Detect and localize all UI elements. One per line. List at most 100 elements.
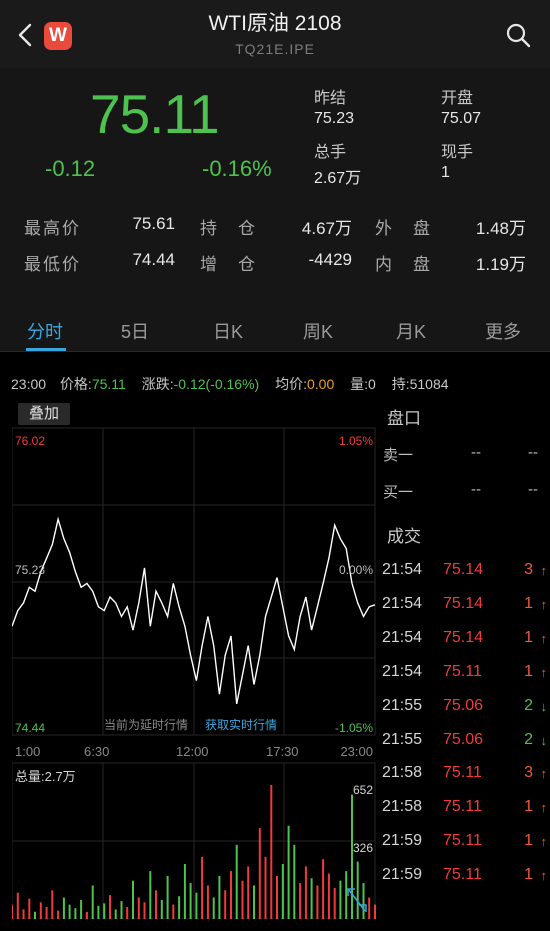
tab-more[interactable]: 更多 bbox=[485, 318, 521, 344]
volume-bar bbox=[12, 904, 13, 919]
volume-bar bbox=[253, 885, 255, 919]
high-label: 最高价 bbox=[24, 219, 81, 238]
volume-max-label: 652 bbox=[353, 783, 373, 797]
volume-mid-label: 326 bbox=[353, 841, 373, 855]
intraday-chart[interactable]: 76.02 75.23 74.44 1.05% 0.00% -1.05% 当前为… bbox=[12, 399, 376, 919]
volume-bar bbox=[299, 883, 302, 919]
trade-volume: 1 bbox=[524, 798, 533, 816]
trade-volume: 2 bbox=[524, 730, 533, 748]
arrow-up-icon: ↑ bbox=[540, 630, 548, 646]
trade-volume: 1 bbox=[524, 594, 533, 612]
open-interest-value: 4.67万 bbox=[301, 219, 352, 238]
pct-min-label: -1.05% bbox=[335, 721, 373, 735]
volume-bar bbox=[374, 904, 376, 919]
price-change: -0.12 bbox=[45, 156, 96, 181]
arrow-up-icon: ↑ bbox=[540, 834, 548, 850]
trade-price: 75.11 bbox=[443, 832, 482, 850]
buy1-label: 买一 bbox=[383, 484, 414, 501]
volume-bar bbox=[356, 861, 359, 919]
x-label-4: 17:30 bbox=[266, 744, 299, 759]
volume-bar bbox=[34, 911, 36, 919]
volume-bar bbox=[304, 866, 307, 919]
volume-bar bbox=[351, 794, 353, 919]
volume-bar bbox=[322, 859, 325, 919]
trade-row: 21:54 75.14 1 ↑ bbox=[382, 595, 550, 619]
volume-bar bbox=[195, 892, 198, 919]
tab-intraday[interactable]: 分时 bbox=[27, 318, 63, 344]
oi-change-label: 增 仓 bbox=[200, 255, 257, 274]
total-volume-label: 总手 bbox=[314, 144, 347, 161]
y-min-label: 74.44 bbox=[15, 721, 45, 735]
trade-price: 75.14 bbox=[443, 561, 484, 578]
tab-daily-k[interactable]: 日K bbox=[213, 318, 243, 344]
volume-bar bbox=[212, 897, 215, 919]
active-tab-indicator bbox=[26, 348, 66, 351]
arrow-down-icon: ↓ bbox=[540, 732, 548, 748]
trade-volume: 3 bbox=[524, 561, 533, 578]
volume-bar bbox=[39, 902, 42, 919]
sell1-label: 卖一 bbox=[383, 447, 414, 464]
arrow-up-icon: ↑ bbox=[540, 563, 548, 578]
trade-price: 75.14 bbox=[443, 628, 484, 646]
arrow-up-icon: ↑ bbox=[540, 766, 548, 782]
trade-row: 21:58 75.11 3 ↑ bbox=[382, 764, 550, 788]
arrow-up-icon: ↑ bbox=[540, 800, 548, 816]
pct-max-label: 1.05% bbox=[339, 434, 373, 448]
open-interest-label: 持 仓 bbox=[200, 219, 257, 238]
volume-bar bbox=[201, 856, 204, 919]
volume-bar bbox=[339, 880, 342, 919]
search-icon[interactable] bbox=[505, 22, 531, 48]
chart-grid bbox=[12, 427, 376, 919]
volume-bar bbox=[178, 896, 181, 919]
volume-bar bbox=[368, 897, 371, 919]
trade-volume: 1 bbox=[524, 832, 533, 850]
volume-bar bbox=[160, 899, 163, 919]
y-mid-label: 75.23 bbox=[15, 563, 45, 577]
info-vol-label: 量: bbox=[350, 376, 369, 392]
volume-bar bbox=[68, 904, 71, 919]
trade-row: 21:59 75.11 1 ↑ bbox=[382, 832, 550, 856]
info-time: 23:00 bbox=[11, 376, 47, 392]
x-label-2: 6:30 bbox=[84, 744, 109, 759]
volume-bar bbox=[218, 875, 221, 919]
volume-bar bbox=[189, 883, 192, 919]
volume-bar bbox=[316, 885, 319, 919]
trade-time: 21:59 bbox=[382, 866, 423, 884]
trade-time: 21:54 bbox=[382, 662, 423, 680]
volume-bar bbox=[114, 909, 117, 919]
volume-bar bbox=[155, 890, 157, 919]
trade-price: 75.11 bbox=[443, 798, 482, 816]
volume-bar bbox=[206, 885, 209, 919]
tab-weekly-k[interactable]: 周K bbox=[303, 318, 333, 344]
volume-total: 总量:2.7万 bbox=[15, 769, 76, 784]
volume-bar bbox=[22, 909, 25, 919]
period-tabs: 分时 5日 日K 周K 月K 更多 bbox=[0, 300, 550, 352]
volume-bar bbox=[224, 890, 227, 919]
volume-bar bbox=[91, 885, 94, 919]
page-title: WTI原油 2108 bbox=[208, 12, 342, 35]
volume-bar bbox=[258, 828, 261, 919]
volume-bar bbox=[97, 905, 100, 919]
nav-header: W WTI原油 2108 TQ21E.IPE bbox=[0, 0, 550, 68]
inner-disk-label: 内 盘 bbox=[375, 255, 432, 274]
buy1-price: -- bbox=[471, 481, 481, 498]
tab-5day[interactable]: 5日 bbox=[121, 318, 149, 344]
volume-bar bbox=[333, 887, 336, 919]
tab-monthly-k[interactable]: 月K bbox=[396, 318, 426, 344]
volume-bar bbox=[57, 910, 60, 919]
trade-volume: 1 bbox=[524, 628, 533, 646]
trade-price: 75.11 bbox=[443, 662, 482, 680]
volume-bar bbox=[85, 911, 88, 919]
volume-bar bbox=[143, 902, 146, 919]
open-label: 开盘 bbox=[441, 90, 474, 107]
volume-bar bbox=[247, 866, 250, 919]
volume-bar bbox=[103, 903, 106, 919]
trade-row: 21:59 75.11 1 ↑ bbox=[382, 866, 550, 890]
realtime-link[interactable]: 获取实时行情 bbox=[205, 717, 277, 732]
arrow-up-icon: ↑ bbox=[540, 596, 548, 612]
last-price: 75.11 bbox=[90, 83, 220, 145]
oi-change-value: -4429 bbox=[308, 250, 352, 269]
overlay-button[interactable]: 叠加 bbox=[18, 403, 70, 425]
volume-bar bbox=[281, 864, 284, 919]
info-vol: 0 bbox=[368, 376, 376, 392]
